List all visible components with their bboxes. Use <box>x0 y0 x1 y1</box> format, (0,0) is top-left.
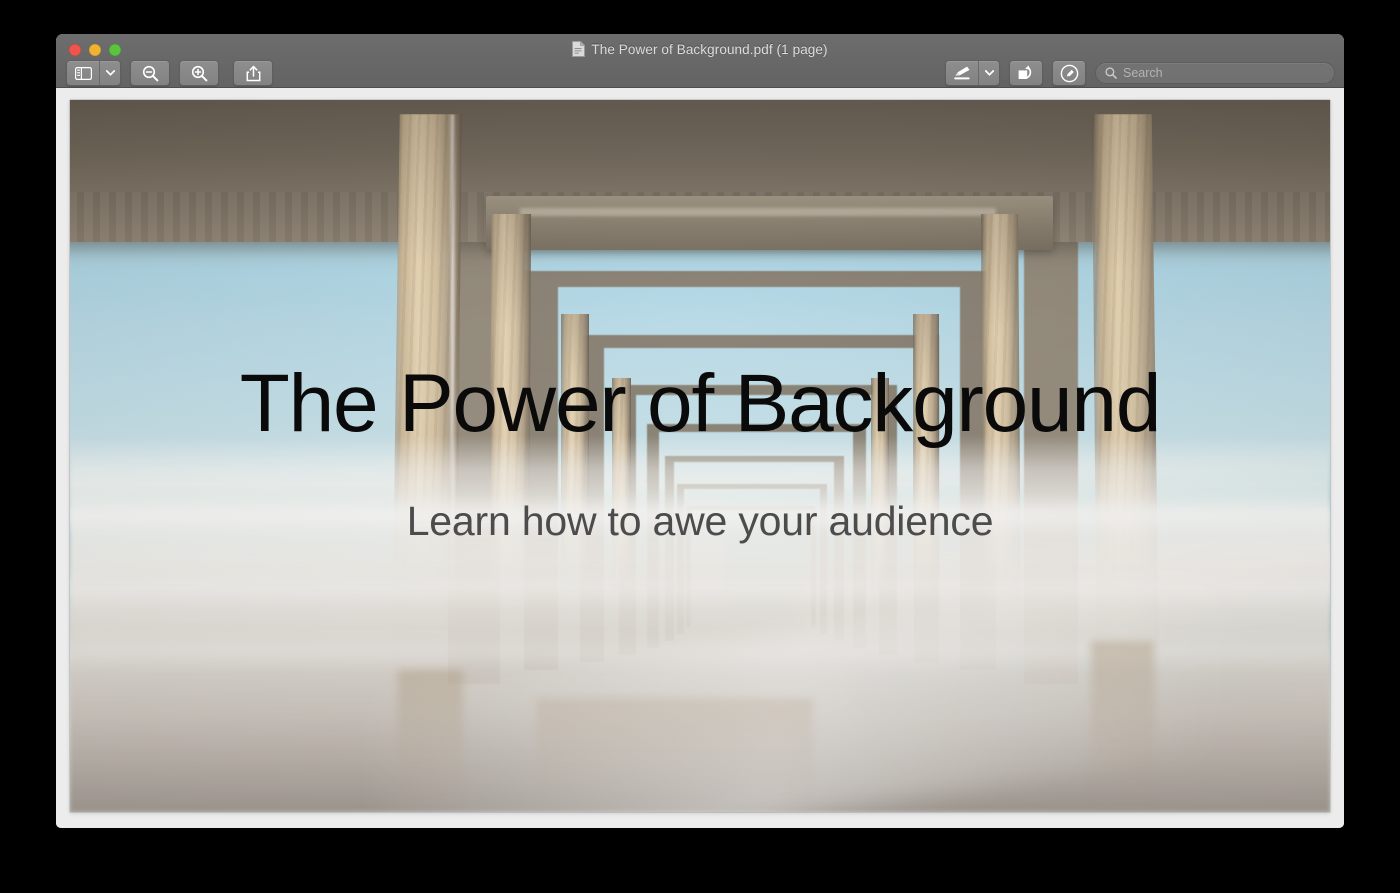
sidebar-icon[interactable] <box>67 61 99 85</box>
minimize-button[interactable] <box>89 44 101 56</box>
rotate-left-button[interactable] <box>1009 60 1043 86</box>
chevron-down-icon[interactable] <box>978 61 999 85</box>
search-icon <box>1105 67 1117 79</box>
window-titlebar: The Power of Background.pdf (1 page) <box>56 34 1344 88</box>
markup-button[interactable] <box>945 60 1000 86</box>
toolbar-right-group <box>945 60 1335 86</box>
sidebar-toggle-button[interactable] <box>66 60 121 86</box>
zoom-in-button[interactable] <box>179 60 219 86</box>
document-content-area[interactable]: The Power of Background Learn how to awe… <box>56 88 1344 828</box>
preview-window: The Power of Background.pdf (1 page) Sea… <box>56 34 1344 828</box>
toolbar-left-group <box>66 60 273 86</box>
window-title: The Power of Background.pdf (1 page) <box>591 41 828 57</box>
share-icon <box>246 65 260 81</box>
search-input[interactable] <box>1123 66 1325 80</box>
share-button[interactable] <box>233 60 273 86</box>
pen-icon[interactable] <box>946 61 978 85</box>
pdf-document-icon <box>572 41 586 57</box>
pdf-page[interactable]: The Power of Background Learn how to awe… <box>70 100 1330 812</box>
rotate-left-icon <box>1018 65 1031 79</box>
magnifier-minus-icon <box>142 65 158 81</box>
slide-subtitle: Learn how to awe your audience <box>406 497 994 544</box>
magnifier-plus-icon <box>191 65 207 81</box>
chevron-down-icon[interactable] <box>99 61 120 85</box>
window-title-group: The Power of Background.pdf (1 page) <box>56 41 1344 57</box>
slide-title: The Power of Background <box>239 358 1162 450</box>
zoom-out-button[interactable] <box>130 60 170 86</box>
slide-text-block: The Power of Background Learn how to awe… <box>70 100 1330 812</box>
traffic-light-group <box>69 44 121 56</box>
toolbar <box>56 60 1344 88</box>
maximize-button[interactable] <box>109 44 121 56</box>
annotate-button[interactable] <box>1052 60 1086 86</box>
close-button[interactable] <box>69 44 81 56</box>
circled-pen-icon <box>1060 64 1078 82</box>
search-field[interactable] <box>1095 62 1335 84</box>
